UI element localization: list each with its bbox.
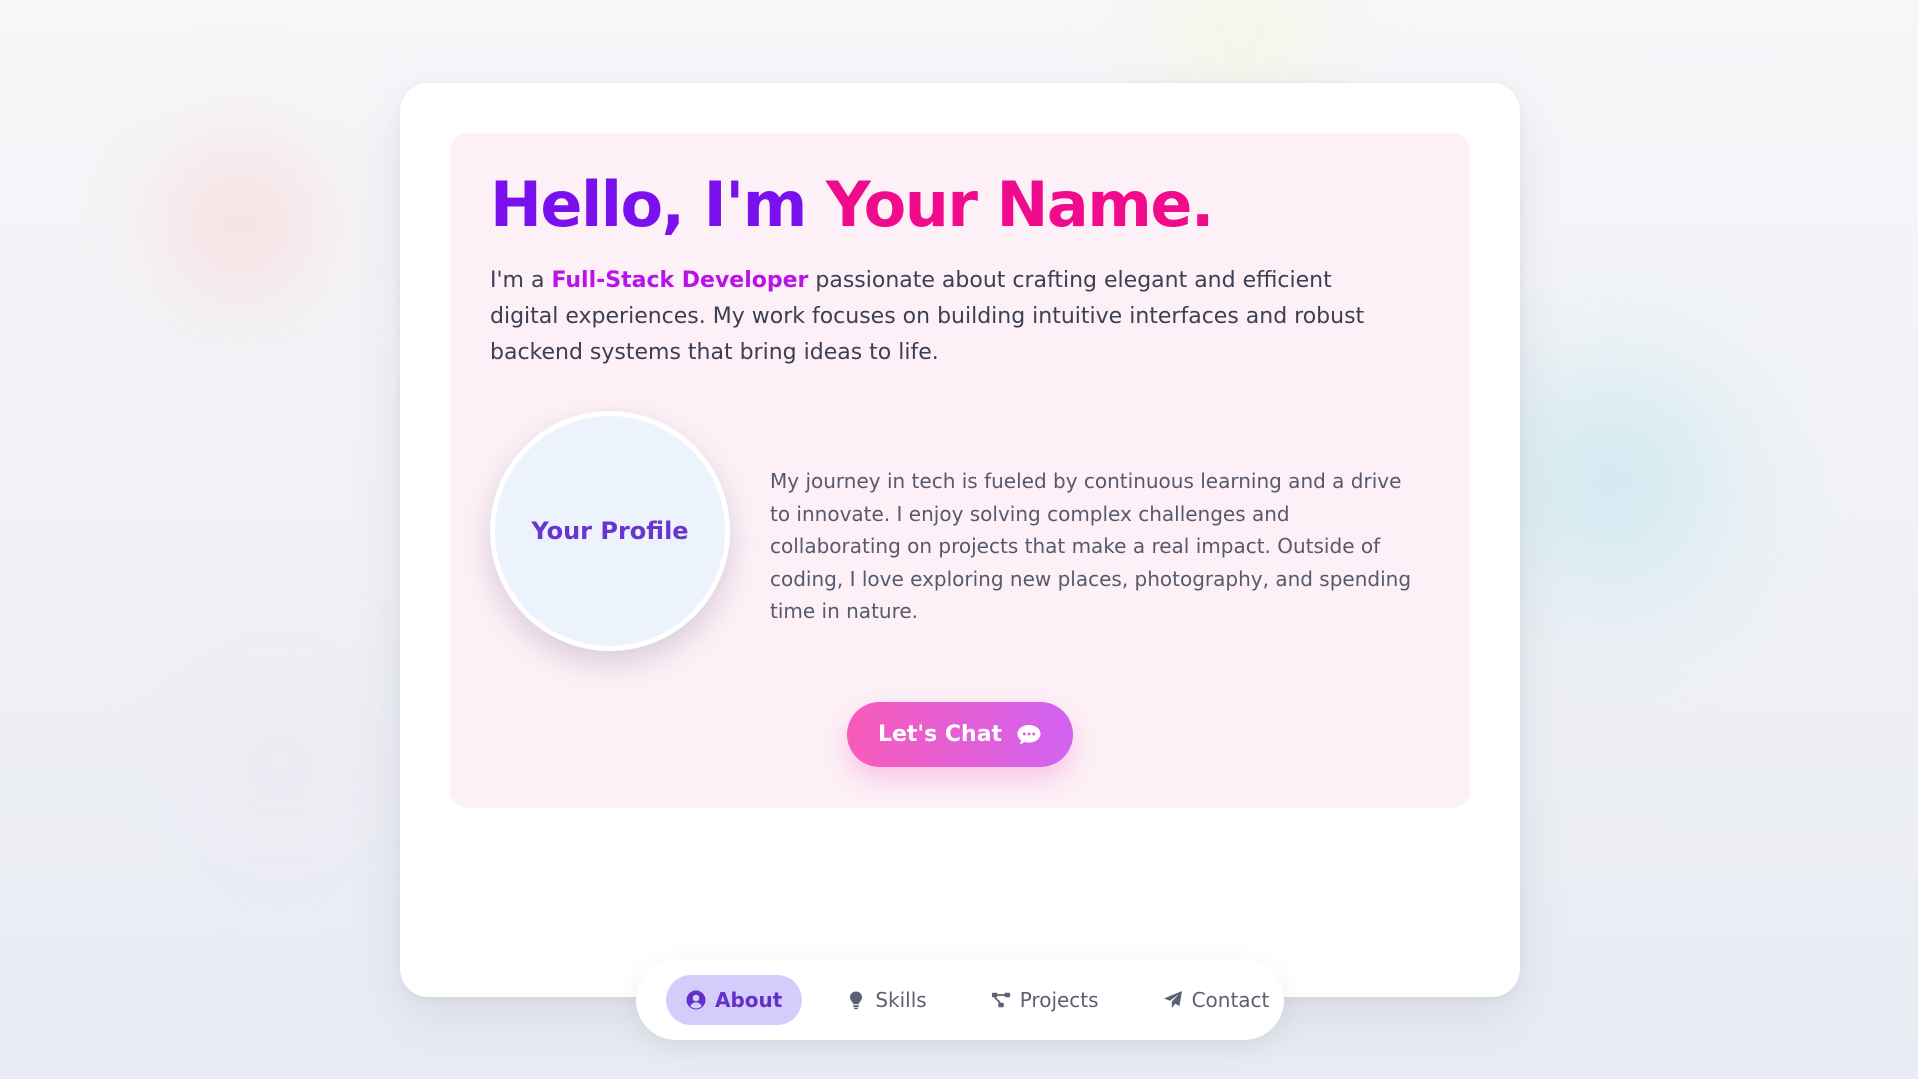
main-card: Hello, I'm Your Name. I'm a Full-Stack D… — [400, 83, 1520, 997]
intro-paragraph: I'm a Full-Stack Developer passionate ab… — [490, 263, 1390, 371]
avatar-label: Your Profile — [531, 517, 689, 545]
hero-greeting: Hello, I'm — [490, 168, 826, 241]
nav-item-about[interactable]: About — [666, 975, 803, 1025]
nav-label-skills: Skills — [875, 988, 927, 1012]
paper-plane-icon — [1163, 991, 1182, 1008]
nav-label-contact: Contact — [1191, 988, 1270, 1012]
bio-paragraph: My journey in tech is fueled by continuo… — [770, 469, 1412, 623]
nav-label-projects: Projects — [1019, 988, 1099, 1012]
hero-headline: Hello, I'm Your Name. — [490, 168, 1215, 242]
about-section: Hello, I'm Your Name. I'm a Full-Stack D… — [450, 133, 1470, 808]
nav-item-projects[interactable]: Projects — [971, 975, 1119, 1025]
nav-label-about: About — [715, 988, 783, 1012]
lightbulb-icon — [850, 991, 863, 1010]
project-diagram-icon — [991, 992, 1010, 1008]
background-blob-red — [110, 90, 370, 350]
profile-avatar: Your Profile — [490, 411, 730, 651]
intro-role: Full-Stack Developer — [551, 268, 809, 293]
nav-item-contact[interactable]: Contact — [1143, 975, 1290, 1025]
intro-prefix: I'm a — [490, 268, 552, 293]
chat-bubble-icon — [1017, 724, 1041, 745]
lets-chat-label: Let's Chat — [877, 722, 1003, 747]
lets-chat-button[interactable]: Let's Chat — [847, 702, 1073, 767]
background-blob-lavender — [160, 640, 400, 880]
hero-name: Your Name. — [825, 168, 1215, 241]
user-circle-icon — [686, 990, 706, 1010]
nav-item-skills[interactable]: Skills — [826, 975, 946, 1025]
bottom-navbar: About Skills Projects Contact — [636, 960, 1284, 1040]
